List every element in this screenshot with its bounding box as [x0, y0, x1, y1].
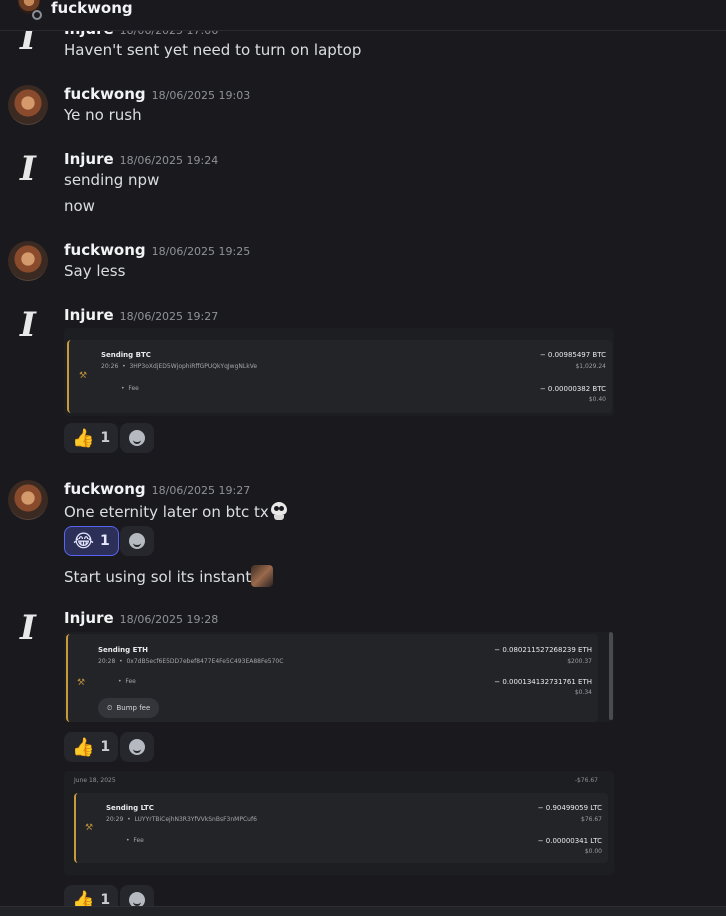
tx-date-total: -$76.67	[574, 777, 598, 784]
avatar[interactable]: I	[8, 608, 48, 648]
tx-date: June 18, 2025	[74, 777, 116, 784]
smile-icon	[129, 430, 145, 446]
smile-icon	[129, 739, 145, 755]
pickaxe-icon: ⚒	[79, 371, 88, 381]
reaction-thumbs-up[interactable]: 👍 1	[64, 423, 119, 453]
skull-icon	[269, 501, 289, 521]
tx-fee-amount: − 0.00000382 BTC	[539, 385, 606, 393]
message-input-area[interactable]	[0, 906, 726, 916]
message-text: Say less	[64, 262, 126, 280]
bump-fee-button[interactable]: ⏲ Bump fee	[98, 698, 160, 718]
message-text: Haven't sent yet need to turn on laptop	[64, 41, 362, 59]
tx-subtitle: 20:28 • 0x7dB5ecf6E5DD7ebef8477E4Fe5C493…	[98, 658, 284, 665]
avatar[interactable]	[8, 241, 48, 281]
tx-fee-usd: $0.40	[588, 396, 606, 403]
add-reaction-button[interactable]	[120, 526, 154, 556]
transaction-card: Sending LTC 20:29 • LUYYrTBiCejhN3R3YfVV…	[74, 793, 608, 863]
tx-usd: $1,029.24	[575, 363, 606, 370]
tx-title: Sending LTC	[106, 804, 154, 812]
tx-usd: $76.67	[581, 816, 602, 823]
message-text: Start using sol its instant	[64, 565, 274, 587]
message-text: sending npw	[64, 171, 160, 189]
message-author[interactable]: Injure 18/06/2025 19:27	[64, 306, 218, 324]
channel-header: fuckwong	[0, 0, 726, 31]
custom-emoji-icon	[251, 565, 274, 587]
tx-fee-label: • Fee	[121, 385, 139, 392]
avatar[interactable]	[8, 85, 48, 125]
tx-subtitle: 20:29 • LUYYrTBiCejhN3R3YfVVkSnBsF3nMPCu…	[106, 816, 257, 823]
message-feed: I Injure18/06/2025 17:06 Haven't sent ye…	[0, 0, 726, 916]
tx-title: Sending BTC	[101, 351, 151, 359]
transaction-card: Sending ETH 20:28 • 0x7dB5ecf6E5DD7ebef8…	[66, 634, 598, 722]
attachment-image[interactable]: Sending BTC 20:26 • 3HP3oXdjED5WjophiRff…	[64, 328, 614, 416]
tx-fee-amount: − 0.000134132731761 ETH	[494, 678, 592, 686]
tx-fee-usd: $0.34	[574, 689, 592, 696]
message-author[interactable]: fuckwong 18/06/2025 19:03	[64, 85, 250, 103]
smile-icon	[129, 533, 145, 549]
tx-amount: − 0.00985497 BTC	[539, 351, 606, 359]
tx-subtitle: 20:26 • 3HP3oXdjED5WjophiRffGPUQkYqJwgNL…	[101, 363, 258, 370]
tx-fee-usd: $0.00	[584, 848, 602, 855]
message-text: now	[64, 197, 95, 215]
tx-usd: $200.37	[567, 658, 592, 665]
avatar[interactable]: I	[8, 305, 48, 345]
avatar[interactable]: I	[8, 149, 48, 189]
message-author[interactable]: fuckwong 18/06/2025 19:27	[64, 480, 250, 498]
attachment-image[interactable]: Sending ETH 20:28 • 0x7dB5ecf6E5DD7ebef8…	[64, 632, 614, 722]
add-reaction-button[interactable]	[120, 423, 154, 453]
message-text: Ye no rush	[64, 106, 142, 124]
tx-amount: − 0.080211527268239 ETH	[494, 646, 592, 654]
channel-title: fuckwong	[51, 0, 133, 17]
message-author[interactable]: fuckwong 18/06/2025 19:25	[64, 241, 250, 259]
pickaxe-icon: ⚒	[77, 678, 86, 688]
message-author[interactable]: Injure 18/06/2025 19:28	[64, 609, 218, 627]
tx-fee-label: • Fee	[118, 678, 136, 685]
attachment-image[interactable]: June 18, 2025 -$76.67 Sending LTC 20:29 …	[64, 771, 614, 875]
tx-fee-label: • Fee	[126, 837, 144, 844]
add-reaction-button[interactable]	[120, 732, 154, 762]
status-icon	[32, 10, 42, 20]
transaction-card: Sending BTC 20:26 • 3HP3oXdjED5WjophiRff…	[67, 340, 612, 413]
reaction-thumbs-up[interactable]: 👍 1	[64, 732, 119, 762]
message-text: One eternity later on btc tx	[64, 501, 289, 521]
speed-icon: ⏲	[107, 703, 113, 712]
scrollbar[interactable]	[609, 632, 613, 720]
avatar[interactable]	[8, 480, 48, 520]
pickaxe-icon: ⚒	[85, 823, 94, 833]
tx-title: Sending ETH	[98, 646, 149, 654]
tx-fee-amount: − 0.00000341 LTC	[537, 837, 602, 845]
reaction-laughing[interactable]: 😂 1	[64, 526, 119, 556]
tx-amount: − 0.90499059 LTC	[537, 804, 602, 812]
message-author[interactable]: Injure 18/06/2025 19:24	[64, 150, 218, 168]
